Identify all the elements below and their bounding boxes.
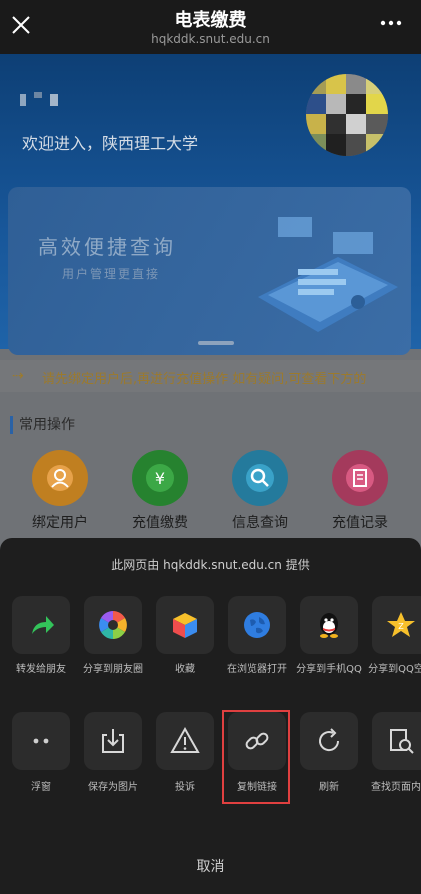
svg-text:Z: Z bbox=[398, 622, 404, 631]
avatar bbox=[306, 74, 388, 156]
section-title: 常用操作 bbox=[10, 416, 75, 434]
browser-icon bbox=[244, 612, 270, 638]
top-bar: 电表缴费 hqkddk.snut.edu.cn bbox=[0, 0, 421, 54]
float-window-button[interactable] bbox=[12, 712, 70, 770]
share-qzone-button[interactable]: Z bbox=[372, 596, 421, 654]
find-in-page-label: 查找页面内容 bbox=[371, 782, 421, 793]
page-title: 电表缴费 bbox=[174, 10, 247, 31]
open-browser-label: 在浏览器打开 bbox=[227, 664, 287, 675]
moments-button[interactable] bbox=[84, 596, 142, 654]
notice-arrow-icon: ⇢ bbox=[12, 368, 24, 384]
find-in-page-button[interactable] bbox=[372, 712, 421, 770]
moments-icon bbox=[99, 611, 127, 639]
qq-icon bbox=[320, 613, 338, 638]
forward-label: 转发给朋友 bbox=[16, 664, 66, 675]
favorite-label: 收藏 bbox=[175, 664, 195, 675]
forward-button[interactable] bbox=[12, 596, 70, 654]
cancel-button[interactable]: 取消 bbox=[0, 856, 421, 876]
open-browser-button[interactable] bbox=[228, 596, 286, 654]
op-info-query[interactable]: 信息查询 bbox=[220, 450, 300, 532]
forward-icon bbox=[32, 616, 54, 634]
carousel-indicator bbox=[198, 341, 234, 345]
notice-bar: ⇢ 请先绑定用户后,再进行充值操作 如有疑问,可查看下方的 bbox=[0, 360, 421, 392]
notice-text: 请先绑定用户后,再进行充值操作 如有疑问,可查看下方的 bbox=[42, 372, 367, 387]
share-qzone-label: 分享到QQ空间 bbox=[368, 664, 421, 675]
complaint-button[interactable] bbox=[156, 712, 214, 770]
op-label: 充值缴费 bbox=[132, 515, 188, 531]
more-icon[interactable] bbox=[379, 18, 403, 28]
refresh-label: 刷新 bbox=[319, 782, 339, 793]
complaint-label: 投诉 bbox=[175, 782, 195, 793]
refresh-button[interactable] bbox=[300, 712, 358, 770]
complaint-icon bbox=[170, 726, 200, 753]
dashboard-illustration-icon bbox=[258, 217, 398, 332]
refresh-icon bbox=[319, 728, 340, 752]
user-icon bbox=[32, 450, 88, 506]
op-label: 信息查询 bbox=[232, 515, 288, 531]
op-bind-user[interactable]: 绑定用户 bbox=[20, 450, 100, 532]
svg-text:¥: ¥ bbox=[155, 469, 165, 488]
op-label: 充值记录 bbox=[332, 515, 388, 531]
op-recharge-record[interactable]: 充值记录 bbox=[320, 450, 400, 532]
provided-by-text: 此网页由 hqkddk.snut.edu.cn 提供 bbox=[111, 558, 310, 572]
qzone-icon: Z bbox=[387, 612, 415, 637]
promo-banner[interactable]: 高效便捷查询 用户管理更直接 bbox=[8, 187, 411, 355]
school-logo-icon bbox=[20, 92, 58, 106]
save-image-label: 保存为图片 bbox=[88, 782, 138, 793]
float-window-label: 浮窗 bbox=[31, 782, 51, 793]
selection-highlight bbox=[222, 710, 290, 804]
op-recharge[interactable]: ¥ 充值缴费 bbox=[120, 450, 200, 532]
banner-subline: 用户管理更直接 bbox=[62, 267, 161, 281]
banner-headline: 高效便捷查询 bbox=[38, 235, 176, 259]
save-image-icon bbox=[102, 729, 124, 753]
search-icon bbox=[232, 450, 288, 506]
favorite-icon bbox=[173, 613, 197, 638]
share-sheet: 此网页由 hqkddk.snut.edu.cn 提供 转发给朋友 分享到朋友圈 … bbox=[0, 538, 421, 894]
welcome-text: 欢迎进入，陕西理工大学 bbox=[22, 134, 199, 153]
page-url: hqkddk.snut.edu.cn bbox=[151, 32, 270, 46]
save-image-button[interactable] bbox=[84, 712, 142, 770]
favorite-button[interactable] bbox=[156, 596, 214, 654]
moments-label: 分享到朋友圈 bbox=[83, 664, 143, 675]
op-label: 绑定用户 bbox=[32, 515, 88, 531]
yuan-icon: ¥ bbox=[132, 450, 188, 506]
share-qq-button[interactable] bbox=[300, 596, 358, 654]
float-window-icon bbox=[33, 738, 49, 744]
record-icon bbox=[332, 450, 388, 506]
share-qq-label: 分享到手机QQ bbox=[296, 664, 362, 675]
search-page-icon bbox=[390, 729, 414, 754]
